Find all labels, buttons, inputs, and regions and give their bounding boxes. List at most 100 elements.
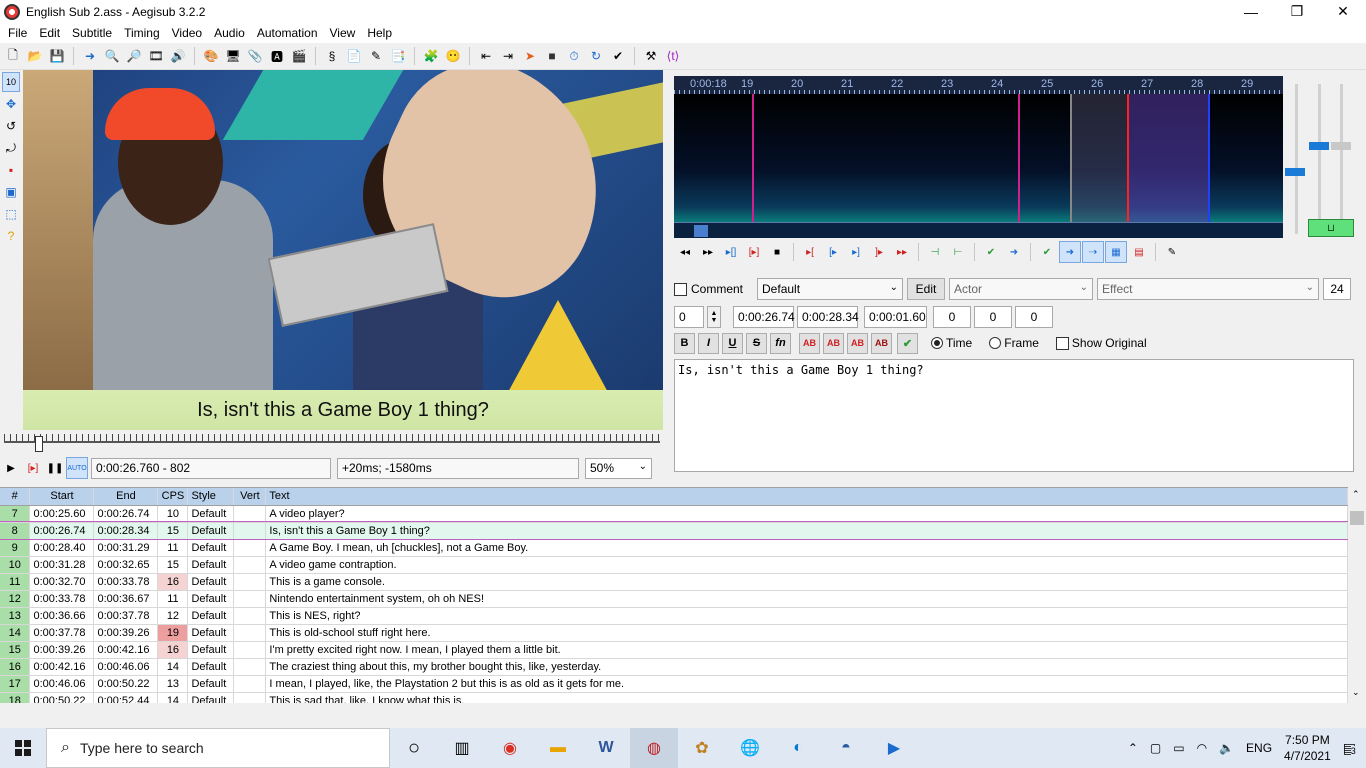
seek-thumb[interactable] bbox=[35, 436, 43, 452]
col-end[interactable]: End bbox=[93, 488, 159, 506]
margin-left-field[interactable]: 0 bbox=[933, 306, 971, 328]
play-icon[interactable]: ▶ bbox=[0, 457, 22, 479]
secondary-color-button[interactable]: AB bbox=[823, 332, 844, 354]
play-selection-icon[interactable]: ▸[] bbox=[720, 241, 742, 263]
taskbar-search[interactable]: ⌕ Type here to search bbox=[46, 728, 390, 768]
frame-radio[interactable] bbox=[989, 337, 1002, 349]
subtitle-grid[interactable]: # Start End CPS Style Vert Text 7 0:00:2… bbox=[0, 487, 1348, 703]
col-cps[interactable]: CPS bbox=[157, 488, 189, 506]
auto-commit-icon[interactable]: ✔ bbox=[1036, 241, 1058, 263]
link-zoom-toggle-icon[interactable]: ⊔ bbox=[1308, 219, 1354, 237]
widgets-icon[interactable]: ▥ bbox=[438, 728, 486, 768]
save-file-icon[interactable]: 💾 bbox=[47, 46, 67, 66]
auto-scroll-audio-icon[interactable]: ⇢ bbox=[1082, 241, 1104, 263]
col-style[interactable]: Style bbox=[187, 488, 235, 506]
actor-input[interactable]: Actor ⌄ bbox=[949, 278, 1094, 300]
video-display[interactable]: Is, isn't this a Game Boy 1 thing? bbox=[23, 70, 663, 430]
clock[interactable]: 7:50 PM 4/7/2021 bbox=[1284, 732, 1331, 764]
spectrum-mode-icon[interactable]: ▦ bbox=[1105, 241, 1127, 263]
play-before-icon[interactable]: ▸[ bbox=[799, 241, 821, 263]
properties-icon[interactable]: 🖥 bbox=[223, 46, 243, 66]
edge-icon[interactable]: ◐ bbox=[774, 728, 822, 768]
auto-next-icon[interactable]: ➜ bbox=[1059, 241, 1081, 263]
drag-tool-icon[interactable]: ✥ bbox=[2, 94, 20, 114]
slider-knob[interactable] bbox=[1331, 142, 1351, 150]
menu-automation[interactable]: Automation bbox=[251, 26, 324, 40]
chrome-icon[interactable]: ◉ bbox=[486, 728, 534, 768]
menu-view[interactable]: View bbox=[324, 26, 362, 40]
menu-timing[interactable]: Timing bbox=[118, 26, 166, 40]
next-line-icon[interactable]: ▸▸ bbox=[697, 241, 719, 263]
wifi-icon[interactable]: ◠ bbox=[1197, 741, 1207, 755]
spellcheck-icon[interactable]: § bbox=[322, 46, 342, 66]
duration-field[interactable]: 0:00:01.60 bbox=[864, 306, 927, 328]
attachments-icon[interactable]: 📎 bbox=[245, 46, 265, 66]
audio-scroll-thumb[interactable] bbox=[694, 225, 708, 237]
autoscroll-icon[interactable]: AUTO bbox=[66, 457, 88, 479]
scroll-up-icon[interactable]: ⌃ bbox=[1352, 489, 1360, 500]
layer-field[interactable]: 0 bbox=[674, 306, 704, 328]
menu-audio[interactable]: Audio bbox=[208, 26, 251, 40]
karaoke-icon[interactable]: ▤ bbox=[1128, 241, 1150, 263]
fonts-collector-icon[interactable]: 🅰 bbox=[267, 46, 287, 66]
meet-now-icon[interactable]: ▢ bbox=[1150, 741, 1161, 755]
menu-help[interactable]: Help bbox=[361, 26, 398, 40]
lead-out-icon[interactable]: ⊢ bbox=[947, 241, 969, 263]
grid-scrollbar[interactable]: ⌃ ⌄ bbox=[1348, 487, 1366, 703]
audio-waveform-display[interactable]: 0:00:18 19 20 21 22 23 24 25 26 27 28 29 bbox=[674, 76, 1283, 238]
subtitle-text-editor[interactable]: Is, isn't this a Game Boy 1 thing? bbox=[674, 359, 1354, 472]
line-boundary-marker[interactable] bbox=[752, 94, 754, 222]
file-explorer-icon[interactable]: ▬ bbox=[534, 728, 582, 768]
active-line-region[interactable] bbox=[1127, 94, 1209, 222]
underline-button[interactable]: U bbox=[722, 332, 743, 354]
menu-video[interactable]: Video bbox=[166, 26, 208, 40]
col-number[interactable]: # bbox=[0, 488, 31, 506]
table-row[interactable]: 15 0:00:39.26 0:00:42.16 16 Default I'm … bbox=[0, 641, 1348, 659]
play-before-end-icon[interactable]: ▸] bbox=[845, 241, 867, 263]
battery-icon[interactable]: ▭ bbox=[1173, 741, 1184, 755]
table-row-active[interactable]: 8 0:00:26.74 0:00:28.34 15 Default Is, i… bbox=[0, 521, 1348, 540]
rotate-xy-icon[interactable]: ⤾ bbox=[2, 138, 20, 158]
translation-icon[interactable]: 📄 bbox=[344, 46, 364, 66]
audio-scrollbar[interactable] bbox=[674, 222, 1283, 238]
tag-icon[interactable]: ⟨t⟩ bbox=[663, 46, 683, 66]
standard-tool-icon[interactable]: 10 bbox=[2, 72, 20, 92]
clip-rect-icon[interactable]: ▣ bbox=[2, 182, 20, 202]
line-boundary-marker[interactable] bbox=[1070, 94, 1072, 222]
table-row[interactable]: 11 0:00:32.70 0:00:33.78 16 Default This… bbox=[0, 573, 1348, 591]
col-start[interactable]: Start bbox=[29, 488, 95, 506]
shift-times-icon[interactable]: ⇤ bbox=[476, 46, 496, 66]
col-vert[interactable]: Vert bbox=[233, 488, 267, 506]
menu-edit[interactable]: Edit bbox=[33, 26, 66, 40]
pause-icon[interactable]: ❚❚ bbox=[44, 457, 66, 479]
go-to-next-icon[interactable]: ➜ bbox=[1003, 241, 1025, 263]
style-manager-icon[interactable]: 🎨 bbox=[201, 46, 221, 66]
prev-line-icon[interactable]: ◂◂ bbox=[674, 241, 696, 263]
volume-slider[interactable] bbox=[1340, 84, 1343, 234]
find-icon[interactable]: 📑 bbox=[388, 46, 408, 66]
play-line-audio-icon[interactable]: [▸] bbox=[743, 241, 765, 263]
stop-icon[interactable]: ■ bbox=[542, 46, 562, 66]
margin-vertical-field[interactable]: 0 bbox=[1015, 306, 1053, 328]
table-row[interactable]: 14 0:00:37.78 0:00:39.26 19 Default This… bbox=[0, 624, 1348, 642]
film-strip-icon[interactable]: 🎬 bbox=[289, 46, 309, 66]
timing-post-processor-icon[interactable]: ⇥ bbox=[498, 46, 518, 66]
menu-subtitle[interactable]: Subtitle bbox=[66, 26, 118, 40]
automation-icon[interactable]: 🧩 bbox=[421, 46, 441, 66]
style-select[interactable]: Default ⌄ bbox=[757, 278, 904, 300]
volume-icon[interactable]: 🔈 bbox=[1219, 741, 1234, 755]
scroll-down-icon[interactable]: ⌄ bbox=[1352, 687, 1360, 698]
scale-tool-icon[interactable]: ▪ bbox=[2, 160, 20, 180]
table-row[interactable]: 16 0:00:42.16 0:00:46.06 14 Default The … bbox=[0, 658, 1348, 676]
stop-audio-icon[interactable]: ■ bbox=[766, 241, 788, 263]
vector-clip-icon[interactable]: ⬚ bbox=[2, 204, 20, 224]
end-time-field[interactable]: 0:00:28.34 bbox=[797, 306, 859, 328]
table-row[interactable]: 7 0:00:25.60 0:00:26.74 10 Default A vid… bbox=[0, 505, 1348, 523]
show-original-checkbox[interactable] bbox=[1055, 336, 1069, 350]
time-radio[interactable] bbox=[931, 337, 943, 349]
select-lines-icon[interactable]: ✔ bbox=[608, 46, 628, 66]
resample-icon[interactable]: ✎ bbox=[366, 46, 386, 66]
start-marker[interactable] bbox=[1127, 94, 1129, 222]
outline-color-button[interactable]: AB bbox=[847, 332, 868, 354]
primary-color-button[interactable]: AB bbox=[799, 332, 820, 354]
